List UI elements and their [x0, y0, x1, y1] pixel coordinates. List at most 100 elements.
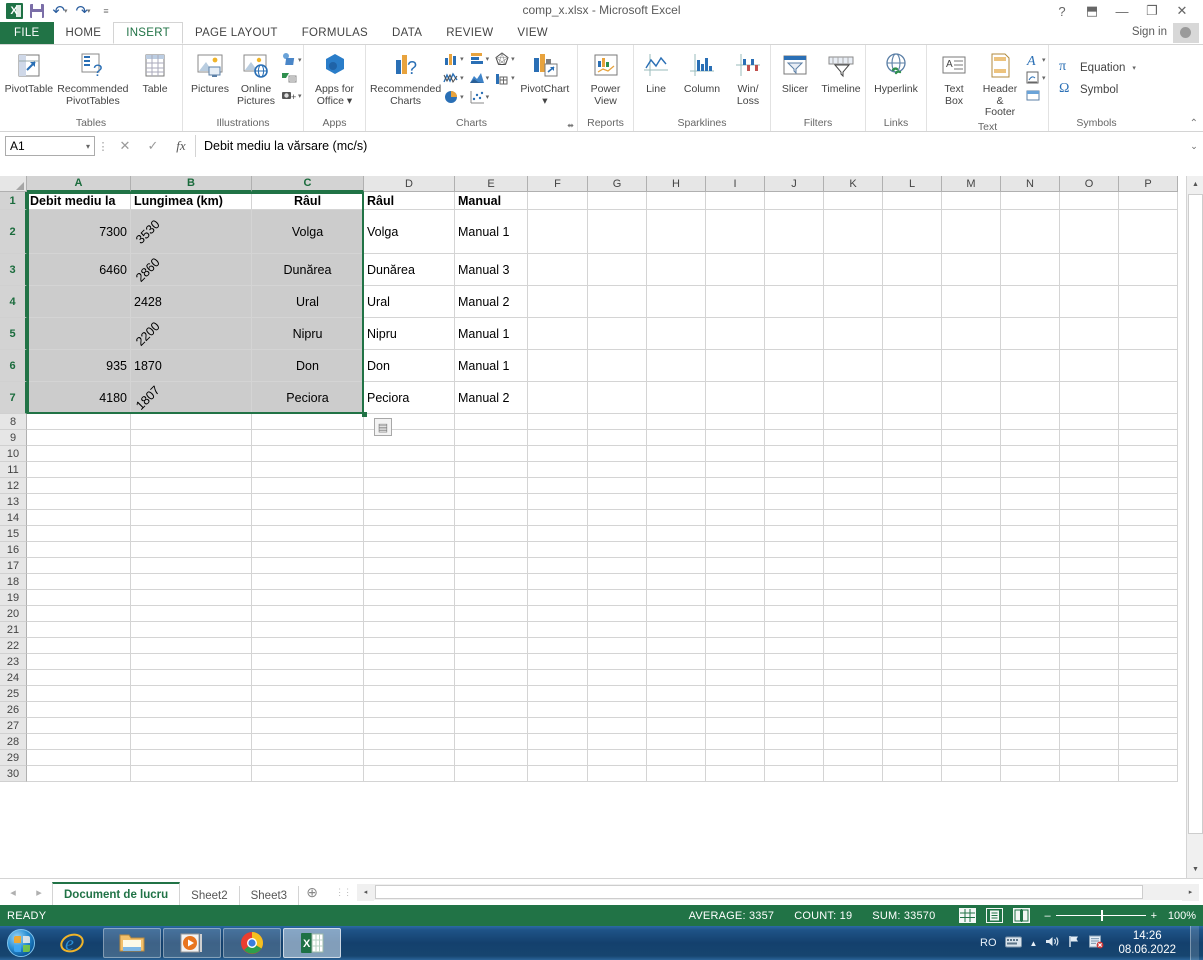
cell-H1[interactable] — [647, 192, 706, 210]
cell-L20[interactable] — [883, 606, 942, 622]
insert-line-chart-button[interactable]: ▾ — [441, 69, 466, 87]
cell-N11[interactable] — [1001, 462, 1060, 478]
cell-O13[interactable] — [1060, 494, 1119, 510]
cell-E20[interactable] — [455, 606, 528, 622]
cell-M7[interactable] — [942, 382, 1001, 414]
cell-D4[interactable]: Ural — [364, 286, 455, 318]
cell-F24[interactable] — [528, 670, 588, 686]
cell-G4[interactable] — [588, 286, 647, 318]
cell-I10[interactable] — [706, 446, 765, 462]
cell-I30[interactable] — [706, 766, 765, 782]
row-header-1[interactable]: 1 — [0, 192, 27, 210]
cell-D14[interactable] — [364, 510, 455, 526]
cell-M28[interactable] — [942, 734, 1001, 750]
cell-N2[interactable] — [1001, 210, 1060, 254]
cell-E27[interactable] — [455, 718, 528, 734]
row-header-22[interactable]: 22 — [0, 638, 27, 654]
cell-A4[interactable] — [27, 286, 131, 318]
cell-C6[interactable]: Don — [252, 350, 364, 382]
cell-O8[interactable] — [1060, 414, 1119, 430]
cell-G27[interactable] — [588, 718, 647, 734]
close-button[interactable]: ✕ — [1167, 2, 1197, 20]
cell-G11[interactable] — [588, 462, 647, 478]
cell-K23[interactable] — [824, 654, 883, 670]
cell-B21[interactable] — [131, 622, 252, 638]
cell-P15[interactable] — [1119, 526, 1178, 542]
cell-M17[interactable] — [942, 558, 1001, 574]
cell-O16[interactable] — [1060, 542, 1119, 558]
cell-J4[interactable] — [765, 286, 824, 318]
cell-B23[interactable] — [131, 654, 252, 670]
cell-D21[interactable] — [364, 622, 455, 638]
cell-D2[interactable]: Volga — [364, 210, 455, 254]
cell-F21[interactable] — [528, 622, 588, 638]
cell-G5[interactable] — [588, 318, 647, 350]
cell-G6[interactable] — [588, 350, 647, 382]
cell-L23[interactable] — [883, 654, 942, 670]
cell-A12[interactable] — [27, 478, 131, 494]
clock[interactable]: 14:26 08.06.2022 — [1112, 929, 1182, 957]
cell-O30[interactable] — [1060, 766, 1119, 782]
cell-H12[interactable] — [647, 478, 706, 494]
sign-in-link[interactable]: Sign in — [1132, 26, 1167, 38]
cell-O24[interactable] — [1060, 670, 1119, 686]
cell-F10[interactable] — [528, 446, 588, 462]
cell-K29[interactable] — [824, 750, 883, 766]
cell-K25[interactable] — [824, 686, 883, 702]
cell-J27[interactable] — [765, 718, 824, 734]
cell-D12[interactable] — [364, 478, 455, 494]
cell-E30[interactable] — [455, 766, 528, 782]
cell-B25[interactable] — [131, 686, 252, 702]
cell-O9[interactable] — [1060, 430, 1119, 446]
cell-B3[interactable]: 2860 — [131, 254, 252, 286]
cell-O11[interactable] — [1060, 462, 1119, 478]
cell-M22[interactable] — [942, 638, 1001, 654]
row-header-17[interactable]: 17 — [0, 558, 27, 574]
cell-A17[interactable] — [27, 558, 131, 574]
cell-A26[interactable] — [27, 702, 131, 718]
cell-F20[interactable] — [528, 606, 588, 622]
cell-J28[interactable] — [765, 734, 824, 750]
cell-D26[interactable] — [364, 702, 455, 718]
cell-B14[interactable] — [131, 510, 252, 526]
sparkline-winloss-button[interactable]: Win/ Loss — [725, 48, 771, 109]
row-header-23[interactable]: 23 — [0, 654, 27, 670]
cell-L18[interactable] — [883, 574, 942, 590]
restore-button[interactable]: ❐ — [1137, 2, 1167, 20]
cell-A11[interactable] — [27, 462, 131, 478]
cell-A1[interactable]: Debit mediu la — [27, 192, 131, 210]
cell-N14[interactable] — [1001, 510, 1060, 526]
cell-M19[interactable] — [942, 590, 1001, 606]
row-header-10[interactable]: 10 — [0, 446, 27, 462]
page-break-preview-button[interactable] — [1013, 908, 1031, 923]
cell-C19[interactable] — [252, 590, 364, 606]
zoom-slider-knob[interactable] — [1100, 910, 1103, 921]
zoom-in-button[interactable]: + — [1151, 910, 1157, 922]
insert-bar-chart-button[interactable]: ▾ — [467, 50, 492, 68]
cell-B8[interactable] — [131, 414, 252, 430]
cell-L29[interactable] — [883, 750, 942, 766]
scroll-left-button[interactable]: ◂ — [357, 883, 375, 901]
cell-B1[interactable]: Lungimea (km) — [131, 192, 252, 210]
cell-O23[interactable] — [1060, 654, 1119, 670]
cell-F7[interactable] — [528, 382, 588, 414]
cell-O5[interactable] — [1060, 318, 1119, 350]
cell-N30[interactable] — [1001, 766, 1060, 782]
cell-B13[interactable] — [131, 494, 252, 510]
cell-N25[interactable] — [1001, 686, 1060, 702]
cell-M25[interactable] — [942, 686, 1001, 702]
insert-scatter-chart-button[interactable]: ▾ — [467, 88, 492, 106]
cell-M14[interactable] — [942, 510, 1001, 526]
cell-D15[interactable] — [364, 526, 455, 542]
cell-O27[interactable] — [1060, 718, 1119, 734]
cell-O28[interactable] — [1060, 734, 1119, 750]
cell-K26[interactable] — [824, 702, 883, 718]
cell-D24[interactable] — [364, 670, 455, 686]
cell-J18[interactable] — [765, 574, 824, 590]
ribbon-tab-page-layout[interactable]: PAGE LAYOUT — [183, 22, 290, 44]
cell-J6[interactable] — [765, 350, 824, 382]
cell-K3[interactable] — [824, 254, 883, 286]
cell-J15[interactable] — [765, 526, 824, 542]
row-header-18[interactable]: 18 — [0, 574, 27, 590]
cell-E28[interactable] — [455, 734, 528, 750]
